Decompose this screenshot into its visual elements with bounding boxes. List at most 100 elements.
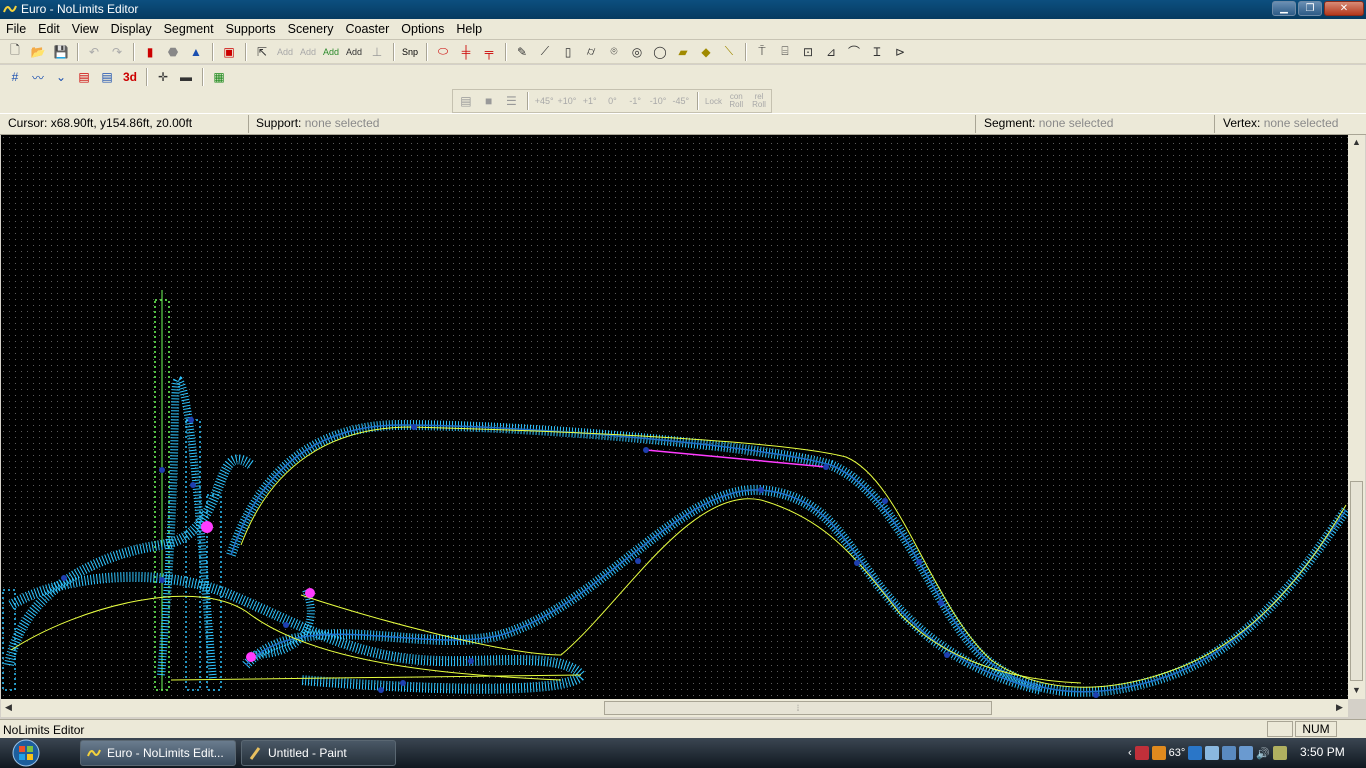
double-pencil-icon[interactable]: ⟋ [534,42,556,62]
menu-coaster[interactable]: Coaster [340,22,396,36]
save-icon[interactable]: 💾 [50,42,72,62]
con-roll-button[interactable]: con Roll [725,91,747,111]
split-icon[interactable]: ╪ [455,42,477,62]
acrobat-icon[interactable] [1134,746,1149,760]
support-arch-icon[interactable]: ⌒ [843,42,865,62]
train-icon[interactable]: ▤ [73,67,95,87]
support-frame-icon[interactable]: ⌸ [774,42,796,62]
close-button[interactable]: ✕ [1324,1,1364,16]
fill-icon[interactable]: ■ [478,91,500,111]
angle-zero-button[interactable]: 0° [602,91,624,111]
angle-plus45-button[interactable]: +45° [533,91,555,111]
box-icon[interactable]: ◆ [695,42,717,62]
open-folder-icon[interactable]: 📂 [27,42,49,62]
vertical-scrollbar[interactable]: ▲ ▼ [1348,135,1365,699]
menu-file[interactable]: File [0,22,32,36]
network-icon[interactable] [1222,746,1237,760]
plank-icon[interactable]: ▰ [672,42,694,62]
scroll-right-icon[interactable]: ▶ [1336,702,1343,713]
lock-roll-button[interactable]: Lock [703,91,725,111]
volume-icon[interactable]: 🔊 [1256,747,1270,760]
angle-minus45-button[interactable]: -45° [670,91,692,111]
network2-icon[interactable] [1239,746,1254,760]
footer-icon[interactable]: ⊥ [366,42,388,62]
beam-icon[interactable]: ⟍ [718,42,740,62]
tray-expand-icon[interactable]: ‹ [1128,747,1132,759]
power-icon[interactable] [1273,746,1288,760]
track-color-icon[interactable]: ⬭ [432,42,454,62]
task-label: Untitled - Paint [268,746,347,760]
table-icon[interactable]: ▤ [455,91,477,111]
editor-viewport[interactable] [1,135,1348,699]
terrain-icon[interactable]: ▦ [208,67,230,87]
task-paint[interactable]: Untitled - Paint [241,740,396,766]
angle-minus10-button[interactable]: -10° [647,91,669,111]
weather-temp[interactable]: 63° [1169,747,1186,759]
add-support-icon[interactable]: Add [320,42,342,62]
valley-icon[interactable]: ⌄ [50,67,72,87]
join-icon[interactable]: ╤ [478,42,500,62]
clock[interactable]: 3:50 PM [1300,745,1345,759]
ladder-icon[interactable]: ☰ [501,91,523,111]
support-flag-icon[interactable]: ⊳ [889,42,911,62]
angle-plus1-button[interactable]: +1° [579,91,601,111]
horizontal-scrollbar[interactable]: ◀ ⦙ ▶ [1,699,1348,717]
angle-minus1-button[interactable]: -1° [624,91,646,111]
track-canvas[interactable] [1,135,1348,699]
task-nolimits-editor[interactable]: Euro - NoLimits Edit... [80,740,236,766]
vertical-scroll-thumb[interactable] [1350,481,1363,681]
stop-icon[interactable]: ⬣ [162,42,184,62]
scroll-up-icon[interactable]: ▲ [1352,137,1361,147]
rel-roll-button[interactable]: rel Roll [748,91,770,111]
support-angle-icon[interactable]: ⊿ [820,42,842,62]
java-icon[interactable] [1151,746,1166,760]
film-icon[interactable]: ▣ [218,42,240,62]
add-vertex-icon[interactable]: Add [274,42,296,62]
scroll-down-icon[interactable]: ▼ [1352,685,1361,695]
zoom-in-icon[interactable]: ✛ [152,67,174,87]
snap-button[interactable]: Snp [399,42,421,62]
undo-icon[interactable]: ↶ [83,42,105,62]
title-bar: Euro - NoLimits Editor ▁ ❐ ✕ [0,0,1366,19]
menu-display[interactable]: Display [105,22,158,36]
horizontal-scroll-thumb[interactable]: ⦙ [604,701,992,715]
separator [527,92,530,110]
traffic-light-icon[interactable]: ▮ [139,42,161,62]
minimize-button[interactable]: ▁ [1272,1,1296,16]
menu-edit[interactable]: Edit [32,22,66,36]
scroll-left-icon[interactable]: ◀ [5,702,12,713]
track-test-icon[interactable]: ▲ [185,42,207,62]
menu-segment[interactable]: Segment [158,22,220,36]
maximize-button[interactable]: ❐ [1298,1,1322,16]
zoom-out-icon[interactable]: ▬ [175,67,197,87]
redo-icon[interactable]: ↷ [106,42,128,62]
cylinder-ring-icon[interactable]: ⌾ [603,42,625,62]
new-file-icon[interactable]: 🗋 [4,42,26,62]
select-pointer-icon[interactable]: ⇱ [251,42,273,62]
nolimits-icon [87,749,101,757]
cylinder-large-icon[interactable]: ◯ [649,42,671,62]
support-i-icon[interactable]: Ɪ [866,42,888,62]
support-post-icon[interactable]: ⍑ [751,42,773,62]
menu-help[interactable]: Help [450,22,488,36]
add-segment-icon[interactable]: Add [297,42,319,62]
menu-supports[interactable]: Supports [220,22,282,36]
app-tray-icon[interactable] [1188,746,1203,760]
pencil-icon[interactable]: ✎ [511,42,533,62]
grid-icon[interactable]: # [4,67,26,87]
cylinder-icon[interactable]: ⌭ [580,42,602,62]
menu-options[interactable]: Options [395,22,450,36]
num-lock-indicator: NUM [1295,721,1337,737]
menu-view[interactable]: View [66,22,105,36]
view-3d-button[interactable]: 3d [119,67,141,87]
wave-icon[interactable]: 〰 [27,67,49,87]
add-node-icon[interactable]: Add [343,42,365,62]
train-blue-icon[interactable]: ▤ [96,67,118,87]
angle-plus10-button[interactable]: +10° [556,91,578,111]
support-box-icon[interactable]: ⊡ [797,42,819,62]
pillar-icon[interactable]: ▯ [557,42,579,62]
start-button[interactable] [4,739,52,767]
menu-scenery[interactable]: Scenery [282,22,340,36]
cylinder-wide-icon[interactable]: ◎ [626,42,648,62]
display-tray-icon[interactable] [1205,746,1220,760]
